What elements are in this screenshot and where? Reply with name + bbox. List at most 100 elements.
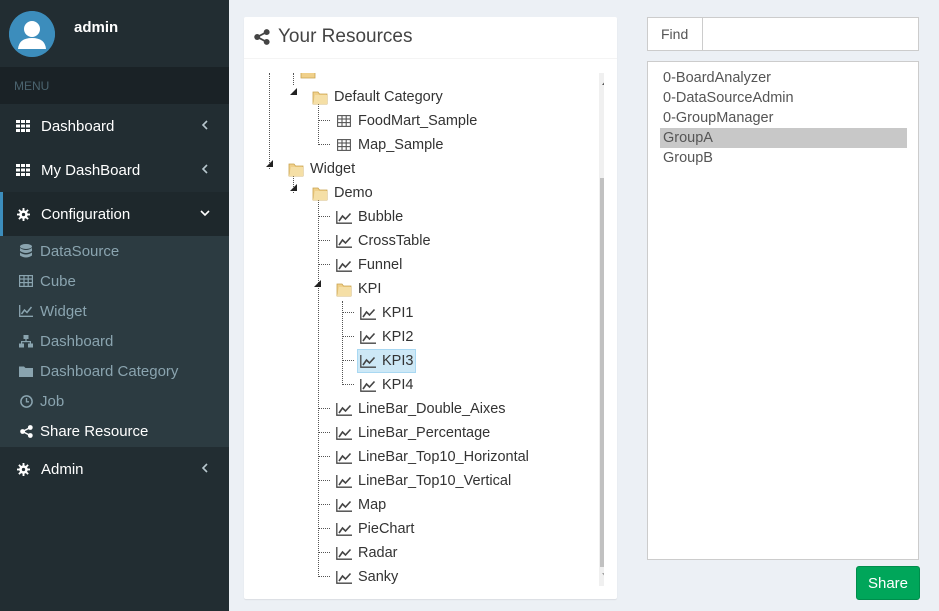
- line-chart-icon: [336, 209, 352, 225]
- list-item[interactable]: GroupB: [660, 148, 907, 168]
- panel-header: Your Resources: [254, 25, 412, 49]
- avatar[interactable]: [9, 11, 55, 57]
- subnav-cube[interactable]: Cube: [0, 266, 229, 296]
- scroll-up-arrow-icon[interactable]: [599, 75, 604, 89]
- tree-node-widget[interactable]: LineBar_Double_Aixes: [336, 398, 506, 420]
- line-chart-icon: [360, 353, 376, 369]
- tree-node-label: Default Category: [334, 89, 443, 105]
- scroll-down-arrow-icon[interactable]: [599, 569, 604, 583]
- tree-node-label: Funnel: [358, 257, 403, 273]
- resource-tree[interactable]: Default Category FoodMart_Sample Map_Sam…: [256, 73, 604, 586]
- tree-node-label: LineBar_Top10_Horizontal: [358, 449, 529, 465]
- tree-node-widget[interactable]: Sanky: [336, 566, 398, 586]
- share-button[interactable]: Share: [856, 566, 920, 600]
- list-item[interactable]: 0-GroupManager: [660, 108, 907, 128]
- nav-admin[interactable]: Admin: [0, 447, 229, 491]
- tree-node-cube[interactable]: Map_Sample: [336, 134, 443, 156]
- nav-my-dashboard-label: My DashBoard: [41, 161, 141, 179]
- nav-my-dashboard[interactable]: My DashBoard: [0, 148, 229, 192]
- panel-divider: [244, 58, 617, 59]
- subnav-dashboard-category-label: Dashboard Category: [40, 362, 179, 380]
- menu-header: MENU: [0, 67, 229, 104]
- subnav-dashboard-category[interactable]: Dashboard Category: [0, 356, 229, 386]
- line-chart-icon: [336, 401, 352, 417]
- collapse-toggle-icon[interactable]: [313, 279, 323, 289]
- chevron-left-icon: [201, 120, 208, 130]
- list-item[interactable]: 0-BoardAnalyzer: [660, 68, 907, 88]
- collapse-toggle-icon[interactable]: [265, 159, 275, 169]
- tree-node-label: Bubble: [358, 209, 404, 225]
- share-icon: [254, 29, 270, 45]
- tree-node-label: LineBar_Top10_Vertical: [358, 473, 512, 489]
- find-label: Find: [648, 18, 703, 50]
- line-chart-icon: [360, 377, 376, 393]
- line-chart-icon: [336, 569, 352, 585]
- subnav-datasource[interactable]: DataSource: [0, 236, 229, 266]
- group-list[interactable]: 0-BoardAnalyzer 0-DataSourceAdmin 0-Grou…: [647, 61, 919, 560]
- tree-connector: [342, 301, 343, 385]
- share-icon: [19, 424, 33, 438]
- tree-node-cube[interactable]: FoodMart_Sample: [336, 110, 477, 132]
- tree-node-widget[interactable]: Funnel: [336, 254, 402, 276]
- list-item[interactable]: 0-DataSourceAdmin: [660, 88, 907, 108]
- collapse-toggle-icon[interactable]: [289, 183, 299, 193]
- tree-node-folder[interactable]: Widget: [288, 158, 355, 180]
- collapse-toggle-icon[interactable]: [289, 87, 299, 97]
- find-input[interactable]: [703, 18, 918, 50]
- tree-connector: [342, 360, 354, 361]
- subnav-widget[interactable]: Widget: [0, 296, 229, 326]
- tree-connector: [318, 216, 330, 217]
- tree-node-widget[interactable]: KPI1: [360, 302, 413, 324]
- tree-connector: [318, 480, 330, 481]
- grid-icon: [16, 163, 30, 177]
- sidebar: admin MENU Dashboard My DashBoard Config…: [0, 0, 229, 611]
- tree-node-label: Demo: [334, 185, 373, 201]
- tree-node-widget[interactable]: KPI4: [360, 374, 413, 396]
- tree-node-label: Map_Sample: [358, 137, 444, 153]
- tree-node-widget[interactable]: Radar: [336, 542, 398, 564]
- tree-node-widget[interactable]: PieChart: [336, 518, 414, 540]
- tree-node-widget[interactable]: Bubble: [336, 206, 403, 228]
- tree-connector: [318, 528, 330, 529]
- tree-node-widget[interactable]: CrossTable: [336, 230, 431, 252]
- tree-connector: [293, 73, 294, 85]
- tree-connector: [342, 336, 354, 337]
- tree-node-widget[interactable]: Map: [336, 494, 386, 516]
- scroll-thumb[interactable]: [600, 178, 604, 567]
- subnav-share-resource[interactable]: Share Resource: [0, 416, 229, 446]
- subnav-dashboard-label: Dashboard: [40, 332, 114, 350]
- tree-node-folder[interactable]: Demo: [312, 182, 373, 204]
- subnav-dashboard[interactable]: Dashboard: [0, 326, 229, 356]
- nav-configuration[interactable]: Configuration: [0, 192, 229, 236]
- tree-node-label: KPI4: [382, 377, 414, 393]
- subnav-job[interactable]: Job: [0, 386, 229, 416]
- gear-icon: [16, 207, 30, 221]
- line-chart-icon: [360, 329, 376, 345]
- tree-node-widget[interactable]: LineBar_Top10_Horizontal: [336, 446, 529, 468]
- chevron-left-icon: [201, 164, 208, 174]
- tree-node-label: Sanky: [358, 569, 399, 585]
- tree-node-folder[interactable]: KPI: [336, 278, 381, 300]
- tree-node-label: Radar: [358, 545, 398, 561]
- tree-node-widget-selected[interactable]: KPI3: [357, 349, 417, 373]
- panel-title: Your Resources: [278, 26, 413, 47]
- tree-connector: [318, 552, 330, 553]
- tree-node-label: CrossTable: [358, 233, 431, 249]
- line-chart-icon: [336, 497, 352, 513]
- table-icon: [19, 274, 33, 288]
- table-icon: [336, 137, 352, 153]
- tree-node-widget[interactable]: KPI2: [360, 326, 413, 348]
- subnav-widget-label: Widget: [40, 302, 87, 320]
- tree-connector: [269, 73, 270, 169]
- chevron-left-icon: [201, 463, 208, 473]
- chevron-down-icon: [200, 210, 210, 217]
- tree-node-folder[interactable]: Default Category: [312, 86, 443, 108]
- list-item-selected[interactable]: GroupA: [660, 128, 907, 148]
- tree-scrollbar[interactable]: [599, 73, 604, 586]
- tree-connector: [318, 408, 330, 409]
- tree-node-widget[interactable]: LineBar_Percentage: [336, 422, 490, 444]
- tree-node-label: KPI1: [382, 305, 414, 321]
- tree-node-widget[interactable]: LineBar_Top10_Vertical: [336, 470, 511, 492]
- tree-node-label: Map: [358, 497, 387, 513]
- nav-dashboard[interactable]: Dashboard: [0, 104, 229, 148]
